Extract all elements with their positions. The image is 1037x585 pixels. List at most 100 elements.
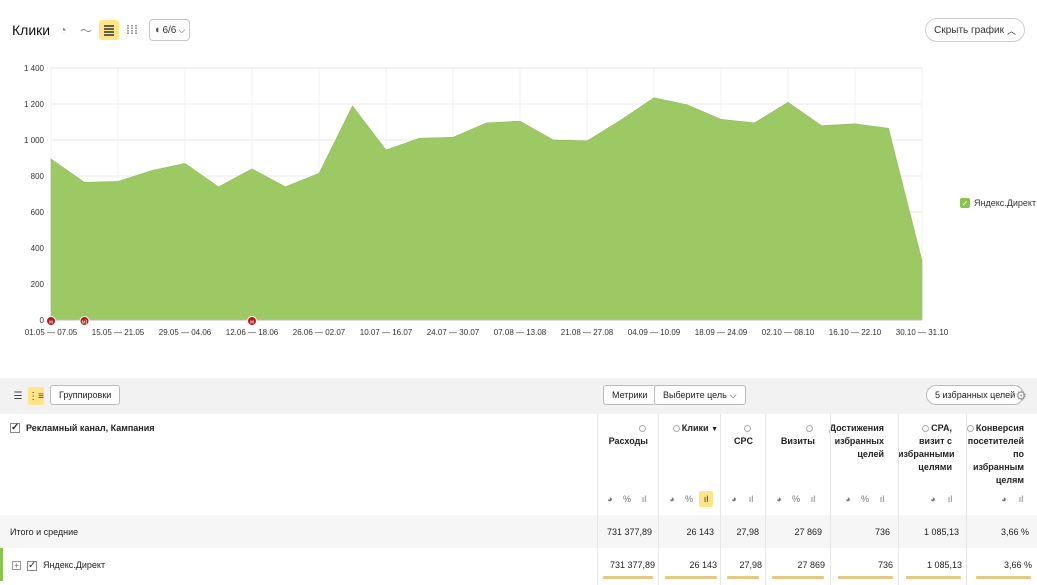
series-count: 6/6	[162, 24, 177, 36]
cell-expenses: 731 377,89	[606, 527, 652, 537]
radio-icon[interactable]	[966, 425, 974, 432]
legend-label: Яндекс.Директ	[974, 198, 1037, 208]
area-chart-icon[interactable]	[99, 20, 119, 40]
radio-icon[interactable]	[806, 425, 813, 432]
hide-chart-label: Скрыть график	[934, 24, 1004, 36]
legend-checkbox[interactable]: ✓	[960, 198, 970, 208]
bar-chart-icon[interactable]	[122, 20, 142, 40]
table-row-total: Итого и средние 731 377,89 26 143 27,98 …	[0, 515, 1037, 548]
column-divider	[830, 414, 831, 585]
cell-cpc: 27,98	[736, 527, 759, 537]
column-header-cpa[interactable]: CPA, визит с избранными целями	[898, 422, 955, 474]
percent-mode-icon[interactable]: %	[858, 491, 872, 507]
radio-icon[interactable]	[922, 425, 930, 432]
chart-toolbar: Клики ◔ 〜 ◖ 6/6 ⌵ Скрыть график ︿	[0, 0, 1037, 60]
chart-title: Клики	[12, 22, 51, 38]
selected-goals-button[interactable]: 5 избранных целей	[926, 385, 1025, 405]
table-header: ✓ Рекламный канал, Кампания Расходы Клик…	[0, 414, 1037, 514]
cell-goal-reaches: 736	[877, 560, 893, 570]
bar-mode-icon[interactable]: ıl	[637, 491, 651, 507]
bar-mode-icon[interactable]: ıl	[806, 491, 820, 507]
x-tick-label: 30.10 — 31.10	[896, 328, 949, 337]
pie-mode-icon[interactable]: ◕	[772, 491, 786, 507]
column-header-expenses[interactable]: Расходы	[604, 422, 648, 448]
x-tick-label: 29.05 — 04.06	[159, 328, 212, 337]
x-tick-label: 21.08 — 27.08	[561, 328, 614, 337]
value-bar	[603, 576, 653, 579]
chart-legend[interactable]: ✓ Яндекс.Директ	[960, 198, 1036, 208]
cell-expenses: 731 377,89	[609, 560, 655, 570]
pie-mode-icon[interactable]: ◕	[603, 491, 617, 507]
value-bar	[665, 576, 717, 579]
y-tick-label: 200	[31, 280, 45, 289]
value-bar	[838, 576, 893, 579]
pie-mode-icon[interactable]: ◕	[926, 491, 940, 507]
dimension-header[interactable]: ✓ Рекламный канал, Кампания	[10, 423, 155, 433]
x-tick-label: 15.05 — 21.05	[92, 328, 145, 337]
y-tick-label: 0	[40, 316, 45, 325]
clicks-chart: 0 200 400 600 800 1 000 1 200 1 400 01.05 — 07.0…	[24, 64, 949, 337]
dimension-checkbox[interactable]: ✓	[10, 423, 20, 433]
value-bar	[772, 576, 824, 579]
gear-icon[interactable]: ⚙	[1015, 388, 1027, 404]
pie-chart-icon[interactable]: ◔	[53, 20, 73, 40]
cell-clicks: 26 143	[689, 560, 717, 570]
y-tick-label: 1 000	[24, 136, 45, 145]
tree-view-icon[interactable]: ⋮≡	[28, 387, 44, 405]
column-header-visits[interactable]: Визиты	[775, 422, 815, 448]
column-header-conversion[interactable]: Конверсия посетителей по избранным целям	[966, 422, 1024, 487]
x-tick-label: 12.06 — 18.06	[226, 328, 279, 337]
area-chart-glyph	[104, 25, 114, 36]
x-tick-label: 04.09 — 10.09	[628, 328, 681, 337]
bar-mode-icon[interactable]: ıl	[875, 491, 889, 507]
x-tick-label: 18.09 — 24.09	[695, 328, 748, 337]
x-tick-label: 24.07 — 30.07	[427, 328, 480, 337]
metrics-button[interactable]: Метрики	[603, 385, 657, 405]
cell-conversion: 3,66 %	[1003, 560, 1032, 570]
radio-icon[interactable]	[639, 425, 646, 432]
value-bar	[906, 576, 961, 579]
dimension-header-label: Рекламный канал, Кампания	[26, 423, 155, 433]
column-header-clicks[interactable]: Клики ▼	[672, 422, 718, 436]
bar-mode-icon[interactable]: ıl	[744, 491, 758, 507]
chevron-up-icon: ︿	[1006, 25, 1016, 36]
percent-mode-icon[interactable]: %	[620, 491, 634, 507]
column-divider	[966, 414, 967, 585]
series-icon: ◖	[153, 24, 161, 36]
value-bar	[976, 576, 1031, 579]
column-label: Конверсия посетителей по избранным целям	[967, 423, 1024, 485]
bar-mode-icon[interactable]: ıl	[699, 491, 713, 507]
list-view-icon[interactable]: ☰	[10, 387, 26, 405]
pie-mode-icon[interactable]: ◕	[997, 491, 1011, 507]
pie-mode-icon[interactable]: ◕	[665, 491, 679, 507]
column-header-goal-reaches[interactable]: Достижения избранных целей	[826, 422, 884, 461]
bar-mode-icon[interactable]: ıl	[943, 491, 957, 507]
annotation-marker-label: м	[49, 320, 53, 326]
hide-chart-button[interactable]: Скрыть график ︿	[925, 18, 1025, 42]
radio-icon[interactable]	[744, 425, 751, 432]
percent-mode-icon[interactable]: %	[789, 491, 803, 507]
report-page: Клики ◔ 〜 ◖ 6/6 ⌵ Скрыть график ︿ 0 200 40…	[0, 0, 1037, 585]
annotation-marker-label: м	[250, 320, 254, 326]
cell-visits: 27 869	[794, 527, 822, 537]
value-bar	[727, 576, 759, 579]
percent-mode-icon[interactable]: %	[682, 491, 696, 507]
expand-icon[interactable]: +	[12, 561, 21, 570]
goal-select[interactable]: Выберите цель ⌵	[654, 385, 746, 405]
radio-icon[interactable]	[672, 425, 680, 432]
column-divider	[658, 414, 659, 585]
line-chart-icon[interactable]: 〜	[76, 20, 96, 40]
series-select-button[interactable]: ◖ 6/6 ⌵	[149, 19, 190, 41]
pie-mode-icon[interactable]: ◕	[727, 491, 741, 507]
cell-goal-reaches: 736	[874, 527, 890, 537]
pie-mode-icon[interactable]: ◕	[841, 491, 855, 507]
table-row[interactable]: + ✓ Яндекс.Директ 731 377,89 26 143 27,98 …	[0, 548, 1037, 581]
x-tick-label: 26.06 — 02.07	[293, 328, 346, 337]
groupings-button[interactable]: Группировки	[50, 385, 121, 405]
column-divider	[720, 414, 721, 585]
column-header-cpc[interactable]: CPC	[727, 422, 753, 448]
row-label-group: + ✓ Яндекс.Директ	[12, 560, 105, 571]
bar-mode-icon[interactable]: ıl	[1014, 491, 1028, 507]
row-checkbox[interactable]: ✓	[27, 561, 37, 571]
x-tick-label: 02.10 — 08.10	[762, 328, 815, 337]
